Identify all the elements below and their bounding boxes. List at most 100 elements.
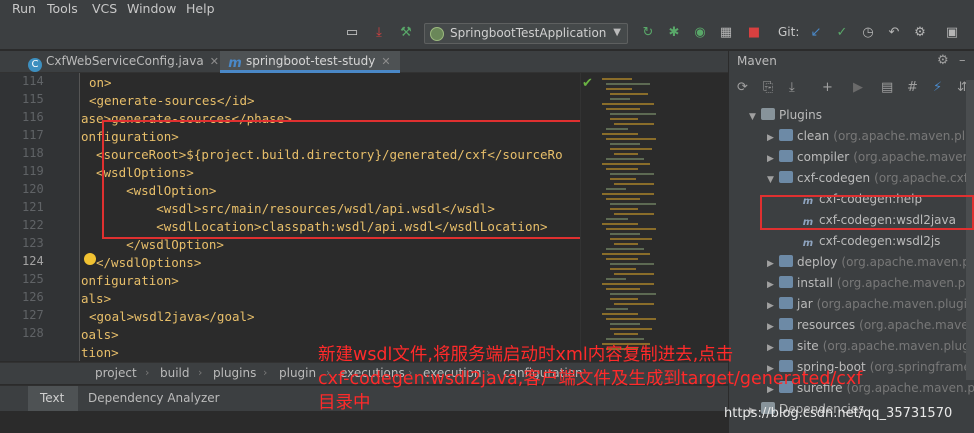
skip-tests-icon[interactable]: ⚡: [933, 80, 942, 95]
line-number: 115: [22, 92, 44, 106]
code-line: <generate-sources</id>: [89, 93, 255, 108]
inspection-ok-icon: ✔: [582, 76, 593, 91]
line-number: 118: [22, 146, 44, 160]
breadcrumb-item[interactable]: build: [160, 366, 190, 380]
maven-scrollbar[interactable]: [966, 80, 974, 380]
reload-icon[interactable]: ⟳: [737, 80, 748, 95]
chevron-down-icon: ▼: [767, 175, 774, 185]
line-number: 114: [22, 74, 44, 88]
tree-node-clean[interactable]: ▶ clean (org.apache.maven.plug: [767, 126, 974, 147]
tab-text[interactable]: Text: [28, 386, 78, 412]
chevron-right-icon: ▶: [767, 301, 774, 311]
tree-node-resources[interactable]: ▶resources(org.apache.maven.p: [767, 315, 974, 336]
minimize-icon[interactable]: –: [959, 53, 966, 68]
line-number: 121: [22, 200, 44, 214]
breadcrumb-item[interactable]: plugin: [279, 366, 316, 380]
main-toolbar: ▭ ⤓ ⚒ SpringbootTestApplication ▼ ↻ ✱ ◉ …: [0, 18, 974, 50]
menu-run[interactable]: Run: [12, 1, 36, 16]
menu-tools[interactable]: Tools: [47, 1, 78, 16]
settings-wrench-icon[interactable]: ⚙: [912, 25, 928, 41]
annotation-line: cxf-codegen:wsdl2java,客户端文件及生成到target/ge…: [318, 369, 863, 389]
code-minimap[interactable]: [600, 74, 664, 359]
code-line: als>: [81, 291, 112, 306]
tree-node-goal-wsdl2js[interactable]: m cxf-codegen:wsdl2js: [801, 231, 941, 252]
spring-boot-icon: [430, 27, 444, 41]
window-icon[interactable]: ▭: [344, 25, 360, 41]
tree-node-install[interactable]: ▶ install (org.apache.maven.pl: [767, 273, 969, 294]
line-number: 119: [22, 164, 44, 178]
git-update-icon[interactable]: ↙: [808, 25, 824, 41]
watermark: https://blog.csdn.net/qq_35731570: [724, 406, 953, 421]
add-icon[interactable]: +: [822, 80, 833, 95]
plugin-icon: [779, 255, 793, 267]
git-commit-icon[interactable]: ✓: [834, 25, 850, 41]
generate-sources-icon[interactable]: ⎘: [763, 80, 773, 95]
gear-icon[interactable]: ⚙: [937, 53, 949, 68]
project-structure-icon[interactable]: ▣: [944, 25, 960, 41]
line-number: 117: [22, 128, 44, 142]
plugin-icon: [779, 171, 793, 183]
close-icon[interactable]: ✕: [381, 55, 390, 68]
plugin-icon: [779, 318, 793, 330]
tree-node-cxf-codegen[interactable]: ▼ cxf-codegen (org.apache.cxf: [767, 168, 968, 189]
line-number: 126: [22, 290, 44, 304]
tree-node-plugins[interactable]: ▼ Plugins: [749, 105, 822, 126]
tab-springboot-test-study[interactable]: m springboot-test-study ✕: [220, 51, 400, 73]
git-label: Git:: [778, 25, 800, 39]
line-number: 128: [22, 326, 44, 340]
close-icon[interactable]: ✕: [210, 55, 219, 68]
code-line: <goal>wsdl2java</goal>: [89, 309, 255, 324]
annotation-line: 新建wsdl文件,将服务端启动时xml内容复制进去,点击: [318, 345, 734, 365]
breadcrumb-item[interactable]: plugins: [213, 366, 256, 380]
line-number-gutter: 114 115 116 117 118 119 120 121 122 123 …: [0, 73, 80, 361]
debug-bug-icon[interactable]: ✱: [666, 25, 682, 41]
menu-window[interactable]: Window: [127, 1, 176, 16]
history-clock-icon[interactable]: ◷: [860, 25, 876, 41]
menu-vcs[interactable]: VCS: [92, 1, 117, 16]
code-highlight-box: [102, 120, 598, 239]
maven-goal-icon: m: [802, 238, 814, 249]
chevron-down-icon: ▼: [613, 27, 621, 38]
code-line: onfiguration>: [81, 273, 179, 288]
menu-help[interactable]: Help: [186, 1, 215, 16]
tab-label: springboot-test-study: [246, 54, 376, 68]
tree-node-jar[interactable]: ▶ jar (org.apache.maven.plugin: [767, 294, 974, 315]
maven-panel-title: Maven: [737, 54, 777, 68]
profiler-icon[interactable]: ▦: [718, 25, 734, 41]
editor-tab-bar: C CxfWebServiceConfig.java ✕ m springboot-t…: [0, 51, 728, 73]
toggle-offline-icon[interactable]: #: [907, 80, 918, 95]
maven-file-icon: m: [228, 56, 242, 71]
coverage-icon[interactable]: ◉: [692, 25, 708, 41]
plugin-icon: [779, 129, 793, 141]
line-number: 116: [22, 110, 44, 124]
chevron-down-icon: ▼: [749, 112, 756, 122]
execute-goal-icon[interactable]: ▤: [881, 80, 893, 95]
tab-dependency-analyzer[interactable]: Dependency Analyzer: [88, 391, 220, 405]
run-configuration-selector[interactable]: SpringbootTestApplication ▼: [424, 23, 628, 44]
plugin-icon: [779, 276, 793, 288]
chevron-right-icon: ▶: [767, 154, 774, 164]
chevron-right-icon: ▶: [767, 133, 774, 143]
chevron-right-icon: ▶: [767, 259, 774, 269]
code-line: on>: [89, 75, 112, 90]
chevron-right-icon: ▶: [767, 280, 774, 290]
run-icon[interactable]: ▶: [853, 80, 863, 95]
download-sources-icon[interactable]: ⤓: [789, 80, 795, 95]
download-icon[interactable]: ⤓: [371, 25, 387, 41]
code-line: tion>: [81, 345, 119, 360]
run-configuration-label: SpringbootTestApplication: [450, 26, 607, 40]
line-number: 120: [22, 182, 44, 196]
tree-node-compiler[interactable]: ▶ compiler (org.apache.maven.p: [767, 147, 974, 168]
folder-icon: [761, 108, 775, 120]
breadcrumb-item[interactable]: project: [95, 366, 137, 380]
stop-icon[interactable]: ■: [746, 25, 762, 41]
rerun-icon[interactable]: ↻: [640, 25, 656, 41]
line-number: 127: [22, 308, 44, 322]
tree-node-deploy[interactable]: ▶ deploy (org.apache.maven.pl: [767, 252, 973, 273]
build-hammer-icon[interactable]: ⚒: [398, 25, 414, 41]
intention-bulb-icon[interactable]: [84, 253, 96, 265]
tab-cxf-web-service-config[interactable]: C CxfWebServiceConfig.java ✕: [20, 51, 220, 73]
rollback-icon[interactable]: ↶: [886, 25, 902, 41]
chevron-right-icon: ▶: [767, 322, 774, 332]
code-line: oals>: [81, 327, 119, 342]
